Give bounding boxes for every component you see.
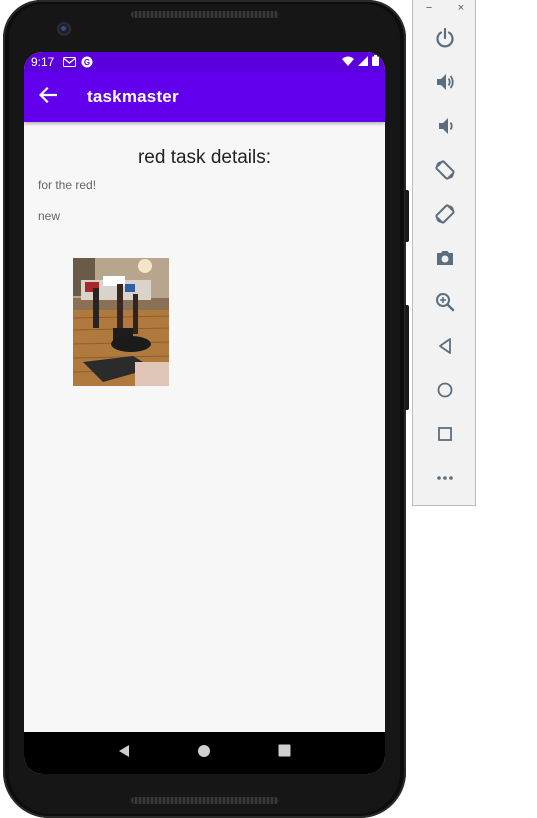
zoom-icon [434,291,456,318]
screenshot-button[interactable] [430,245,460,275]
home-icon [434,379,456,406]
phone-power-side-button [405,190,409,242]
status-bar: 9:17 G [24,52,385,72]
power-icon [434,27,456,54]
app-toolbar: taskmaster [24,72,385,122]
gmail-icon [63,57,77,68]
status-time: 9:17 [31,55,55,69]
camera-icon [434,247,456,274]
home-circle-icon [197,744,211,763]
emulator-toolbar: − × [412,0,476,506]
minimize-button[interactable]: − [422,1,436,15]
more-options-button[interactable] [430,465,460,495]
volume-down-icon [434,115,456,142]
phone-screen: 9:17 G taskmaster red task details: for … [24,52,385,774]
app-notification-icon: G [80,56,93,68]
cell-signal-icon [358,55,368,69]
back-triangle-icon [117,744,131,763]
task-photo [73,258,169,386]
emulator-window-controls: − × [413,0,477,16]
front-camera [57,22,71,36]
overview-icon [434,423,456,450]
nav-home-button[interactable] [194,743,214,763]
emulator-overview-button[interactable] [430,421,460,451]
more-icon [434,467,456,494]
app-title: taskmaster [87,87,179,106]
task-state: new [38,209,61,223]
close-button[interactable]: × [454,1,468,15]
rotate-right-icon [434,203,456,230]
svg-text:G: G [84,58,90,67]
volume-down-button[interactable] [430,113,460,143]
status-right-icons [342,55,379,69]
rotate-left-icon [434,159,456,186]
wifi-icon [342,55,354,69]
phone-volume-side-button [405,305,409,410]
system-nav-bar [24,732,385,774]
arrow-back-icon [38,86,58,108]
zoom-button[interactable] [430,289,460,319]
recents-square-icon [278,744,291,762]
task-body: for the red! [38,178,97,192]
back-button[interactable] [24,72,72,122]
top-speaker-grille [131,11,279,18]
rotate-left-button[interactable] [430,157,460,187]
rotate-right-button[interactable] [430,201,460,231]
power-button[interactable] [430,25,460,55]
emulator-back-button[interactable] [430,333,460,363]
task-title: red task details: [137,147,272,168]
volume-up-icon [434,71,456,98]
back-icon [434,335,456,362]
emulator-home-button[interactable] [430,377,460,407]
bottom-speaker-grille [131,797,279,804]
volume-up-button[interactable] [430,69,460,99]
nav-recents-button[interactable] [275,743,295,763]
nav-back-button[interactable] [114,743,134,763]
battery-icon [372,55,379,69]
